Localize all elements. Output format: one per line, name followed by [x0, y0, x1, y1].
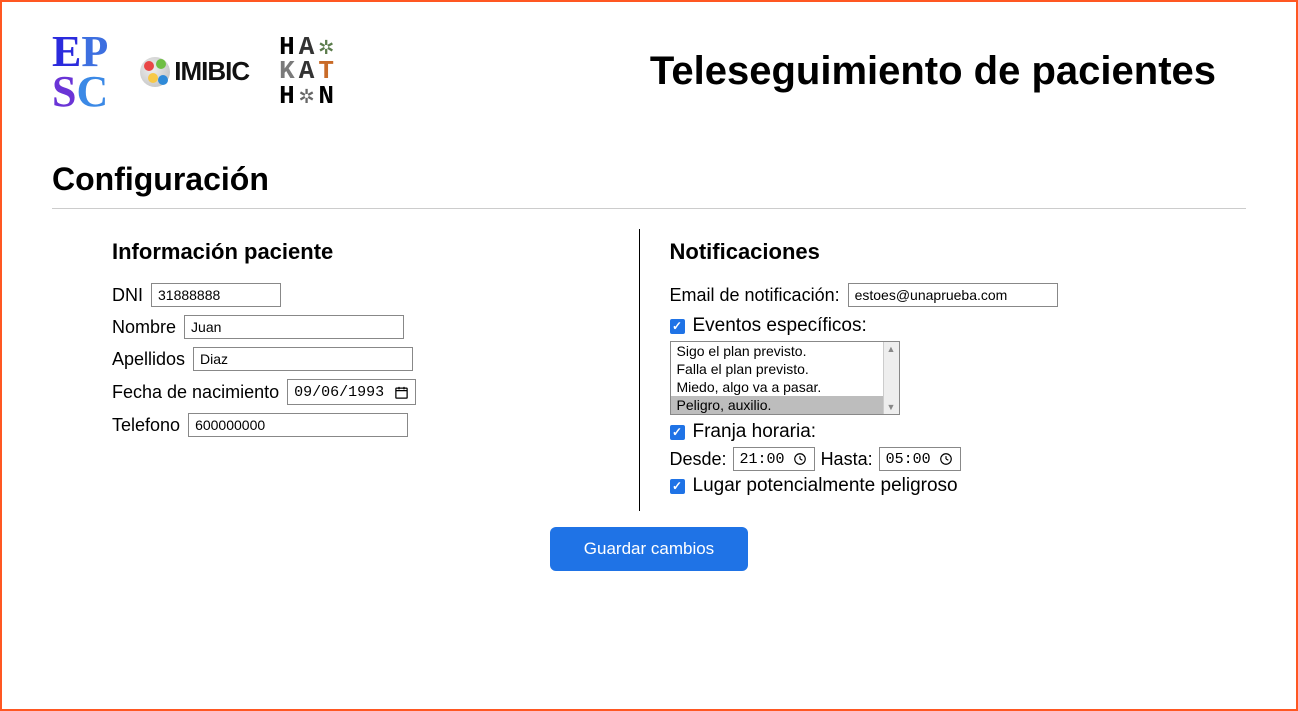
listbox-scrollbar[interactable]: ▲ ▼	[883, 342, 899, 414]
calendar-icon[interactable]	[394, 385, 409, 400]
apellidos-label: Apellidos	[112, 349, 185, 370]
row-eventos: Eventos específicos:	[670, 315, 1167, 337]
hasta-value: 05:00	[886, 451, 931, 468]
eventos-items: Sigo el plan previsto. Falla el plan pre…	[671, 342, 899, 414]
clock-icon[interactable]	[939, 452, 954, 467]
franja-label: Franja horaria:	[693, 421, 817, 443]
eventos-checkbox[interactable]	[670, 319, 685, 334]
row-apellidos: Apellidos	[112, 347, 609, 371]
clock-icon[interactable]	[793, 452, 808, 467]
email-label: Email de notificación:	[670, 285, 840, 306]
chevron-up-icon[interactable]: ▲	[887, 344, 896, 354]
page-title: Teleseguimiento de pacientes	[650, 49, 1246, 94]
row-telefono: Telefono	[112, 413, 609, 437]
hasta-input[interactable]: 05:00	[879, 447, 961, 471]
notifications-panel: Notificaciones Email de notificación: Ev…	[640, 229, 1197, 511]
logo-imibic-text: IMIBIC	[174, 56, 249, 87]
hasta-label: Hasta:	[821, 449, 873, 470]
dni-label: DNI	[112, 285, 143, 306]
eventos-listbox[interactable]: Sigo el plan previsto. Falla el plan pre…	[670, 341, 900, 415]
row-franja: Franja horaria:	[670, 421, 1167, 443]
list-item[interactable]: Peligro, auxilio.	[671, 396, 899, 414]
row-time: Desde: 21:00 Hasta: 05:00	[670, 447, 1167, 471]
telefono-input[interactable]	[188, 413, 408, 437]
dni-input[interactable]	[151, 283, 281, 307]
row-nombre: Nombre	[112, 315, 609, 339]
email-input[interactable]	[848, 283, 1058, 307]
list-item[interactable]: Miedo, algo va a pasar.	[671, 378, 899, 396]
row-lugar: Lugar potencialmente peligroso	[670, 475, 1167, 497]
fnac-input[interactable]: 09/06/1993	[287, 379, 416, 405]
logos-group: EP SC IMIBIC HA✲ KAT H✲N	[52, 32, 338, 111]
list-item[interactable]: Falla el plan previsto.	[671, 360, 899, 378]
list-item[interactable]: Sigo el plan previsto.	[671, 342, 899, 360]
row-email: Email de notificación:	[670, 283, 1167, 307]
fnac-value: 09/06/1993	[294, 384, 384, 401]
eventos-label: Eventos específicos:	[693, 315, 867, 337]
desde-value: 21:00	[740, 451, 785, 468]
columns: Información paciente DNI Nombre Apellido…	[52, 229, 1246, 511]
desde-label: Desde:	[670, 449, 727, 470]
row-dni: DNI	[112, 283, 609, 307]
save-button[interactable]: Guardar cambios	[550, 527, 748, 571]
logo-hackathon: HA✲ KAT H✲N	[279, 35, 338, 109]
patient-panel-title: Información paciente	[112, 239, 609, 265]
row-fnac: Fecha de nacimiento 09/06/1993	[112, 379, 609, 405]
actions-row: Guardar cambios	[52, 527, 1246, 571]
lugar-label: Lugar potencialmente peligroso	[693, 475, 958, 497]
header: EP SC IMIBIC HA✲ KAT H✲N Teleseguimiento…	[52, 32, 1246, 111]
nombre-label: Nombre	[112, 317, 176, 338]
franja-checkbox[interactable]	[670, 425, 685, 440]
notifications-panel-title: Notificaciones	[670, 239, 1167, 265]
lugar-checkbox[interactable]	[670, 479, 685, 494]
nombre-input[interactable]	[184, 315, 404, 339]
desde-input[interactable]: 21:00	[733, 447, 815, 471]
chevron-down-icon[interactable]: ▼	[887, 402, 896, 412]
logo-epsc: EP SC	[52, 32, 108, 111]
fnac-label: Fecha de nacimiento	[112, 382, 279, 403]
app-frame: EP SC IMIBIC HA✲ KAT H✲N Teleseguimiento…	[0, 0, 1298, 711]
divider	[52, 208, 1246, 209]
section-title: Configuración	[52, 161, 1246, 198]
apellidos-input[interactable]	[193, 347, 413, 371]
logo-imibic: IMIBIC	[138, 55, 249, 89]
patient-panel: Información paciente DNI Nombre Apellido…	[102, 229, 640, 511]
telefono-label: Telefono	[112, 415, 180, 436]
